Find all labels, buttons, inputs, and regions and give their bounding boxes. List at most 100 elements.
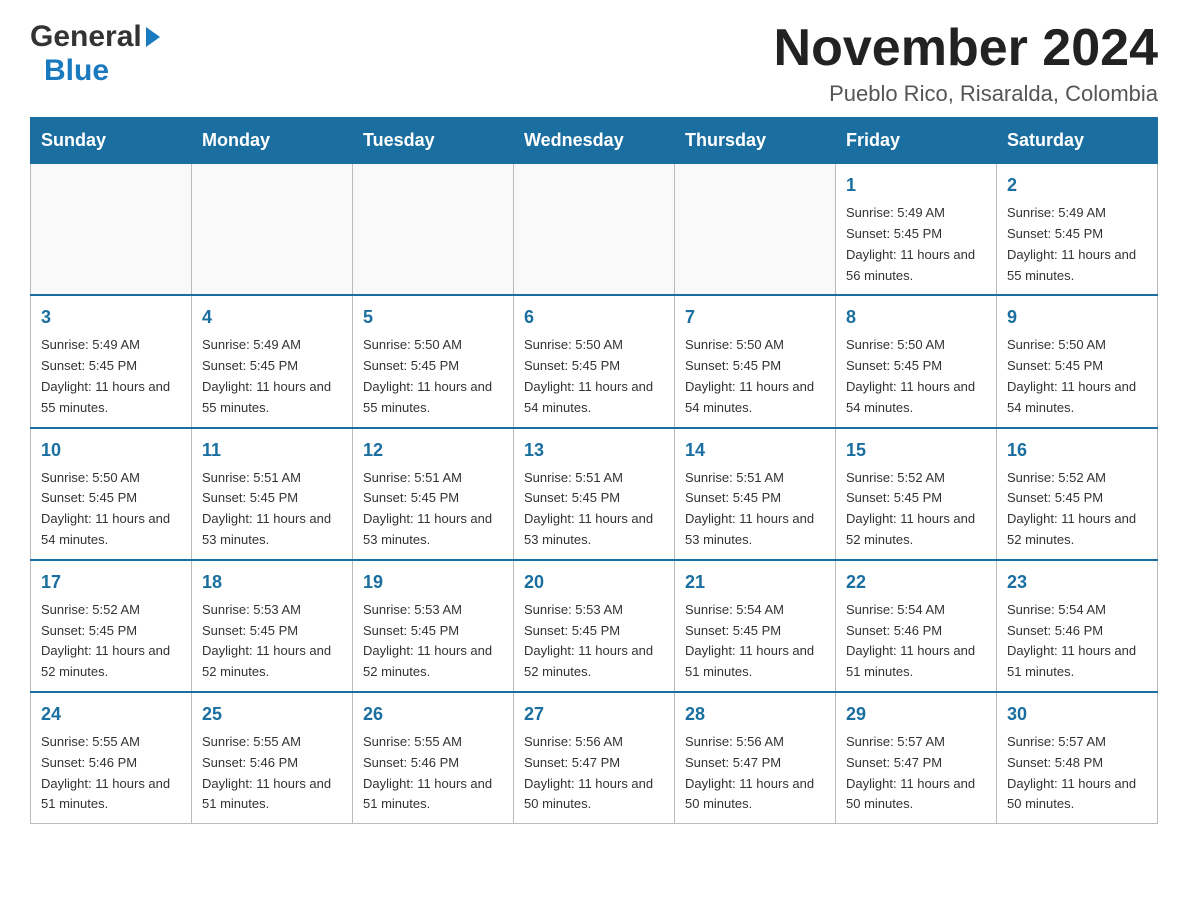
day-info: Sunrise: 5:56 AMSunset: 5:47 PMDaylight:… [685, 732, 825, 815]
day-info: Sunrise: 5:49 AMSunset: 5:45 PMDaylight:… [202, 335, 342, 418]
day-info: Sunrise: 5:53 AMSunset: 5:45 PMDaylight:… [524, 600, 664, 683]
day-number: 18 [202, 569, 342, 596]
calendar-cell [353, 164, 514, 296]
day-info: Sunrise: 5:53 AMSunset: 5:45 PMDaylight:… [363, 600, 503, 683]
day-number: 4 [202, 304, 342, 331]
day-info: Sunrise: 5:51 AMSunset: 5:45 PMDaylight:… [685, 468, 825, 551]
header-monday: Monday [192, 118, 353, 164]
calendar-week-row: 24 Sunrise: 5:55 AMSunset: 5:46 PMDayligh… [31, 692, 1158, 824]
header-sunday: Sunday [31, 118, 192, 164]
day-info: Sunrise: 5:51 AMSunset: 5:45 PMDaylight:… [363, 468, 503, 551]
day-info: Sunrise: 5:55 AMSunset: 5:46 PMDaylight:… [41, 732, 181, 815]
calendar-cell: 16Sunrise: 5:52 AMSunset: 5:45 PMDayligh… [997, 428, 1158, 560]
day-number: 11 [202, 437, 342, 464]
day-number: 8 [846, 304, 986, 331]
day-number: 21 [685, 569, 825, 596]
calendar-cell: 18 Sunrise: 5:53 AMSunset: 5:45 PMDayligh… [192, 560, 353, 692]
day-info: Sunrise: 5:50 AMSunset: 5:45 PMDaylight:… [846, 335, 986, 418]
day-number: 25 [202, 701, 342, 728]
calendar-cell: 6Sunrise: 5:50 AMSunset: 5:45 PMDaylight… [514, 295, 675, 427]
day-number: 3 [41, 304, 181, 331]
calendar-cell: 27 Sunrise: 5:56 AMSunset: 5:47 PMDayligh… [514, 692, 675, 824]
day-number: 7 [685, 304, 825, 331]
calendar-cell: 13 Sunrise: 5:51 AMSunset: 5:45 PMDayligh… [514, 428, 675, 560]
logo: General Blue [30, 20, 160, 88]
day-number: 23 [1007, 569, 1147, 596]
day-number: 29 [846, 701, 986, 728]
day-number: 17 [41, 569, 181, 596]
day-info: Sunrise: 5:54 AMSunset: 5:45 PMDaylight:… [685, 600, 825, 683]
calendar-cell: 1 Sunrise: 5:49 AMSunset: 5:45 PMDaylight… [836, 164, 997, 296]
logo-blue-text: Blue [44, 54, 109, 87]
day-info: Sunrise: 5:49 AMSunset: 5:45 PMDaylight:… [1007, 203, 1147, 286]
calendar-cell: 24 Sunrise: 5:55 AMSunset: 5:46 PMDayligh… [31, 692, 192, 824]
day-info: Sunrise: 5:56 AMSunset: 5:47 PMDaylight:… [524, 732, 664, 815]
calendar-cell: 17Sunrise: 5:52 AMSunset: 5:45 PMDayligh… [31, 560, 192, 692]
day-info: Sunrise: 5:54 AMSunset: 5:46 PMDaylight:… [1007, 600, 1147, 683]
day-number: 26 [363, 701, 503, 728]
header-wednesday: Wednesday [514, 118, 675, 164]
day-info: Sunrise: 5:52 AMSunset: 5:45 PMDaylight:… [846, 468, 986, 551]
calendar-header-row: SundayMondayTuesdayWednesdayThursdayFrid… [31, 118, 1158, 164]
calendar-cell [514, 164, 675, 296]
day-info: Sunrise: 5:49 AMSunset: 5:45 PMDaylight:… [846, 203, 986, 286]
day-number: 20 [524, 569, 664, 596]
logo-triangle-icon [146, 27, 160, 47]
calendar-cell: 19Sunrise: 5:53 AMSunset: 5:45 PMDayligh… [353, 560, 514, 692]
header-friday: Friday [836, 118, 997, 164]
day-number: 13 [524, 437, 664, 464]
day-info: Sunrise: 5:49 AMSunset: 5:45 PMDaylight:… [41, 335, 181, 418]
day-number: 12 [363, 437, 503, 464]
header-saturday: Saturday [997, 118, 1158, 164]
day-number: 30 [1007, 701, 1147, 728]
calendar-cell [31, 164, 192, 296]
header-thursday: Thursday [675, 118, 836, 164]
day-info: Sunrise: 5:51 AMSunset: 5:45 PMDaylight:… [524, 468, 664, 551]
day-info: Sunrise: 5:50 AMSunset: 5:45 PMDaylight:… [363, 335, 503, 418]
calendar-cell: 20 Sunrise: 5:53 AMSunset: 5:45 PMDayligh… [514, 560, 675, 692]
calendar-cell: 25 Sunrise: 5:55 AMSunset: 5:46 PMDayligh… [192, 692, 353, 824]
calendar-cell: 23 Sunrise: 5:54 AMSunset: 5:46 PMDayligh… [997, 560, 1158, 692]
day-number: 14 [685, 437, 825, 464]
page-header: General Blue November 2024 Pueblo Rico, … [30, 20, 1158, 107]
day-number: 1 [846, 172, 986, 199]
day-number: 10 [41, 437, 181, 464]
day-info: Sunrise: 5:52 AMSunset: 5:45 PMDaylight:… [1007, 468, 1147, 551]
calendar-cell: 2 Sunrise: 5:49 AMSunset: 5:45 PMDaylight… [997, 164, 1158, 296]
day-info: Sunrise: 5:53 AMSunset: 5:45 PMDaylight:… [202, 600, 342, 683]
calendar-cell: 29 Sunrise: 5:57 AMSunset: 5:47 PMDayligh… [836, 692, 997, 824]
calendar-cell: 30Sunrise: 5:57 AMSunset: 5:48 PMDayligh… [997, 692, 1158, 824]
title-section: November 2024 Pueblo Rico, Risaralda, Co… [774, 20, 1158, 107]
day-number: 24 [41, 701, 181, 728]
day-number: 2 [1007, 172, 1147, 199]
day-info: Sunrise: 5:55 AMSunset: 5:46 PMDaylight:… [363, 732, 503, 815]
calendar-week-row: 1 Sunrise: 5:49 AMSunset: 5:45 PMDaylight… [31, 164, 1158, 296]
calendar-cell [192, 164, 353, 296]
calendar-cell: 11Sunrise: 5:51 AMSunset: 5:45 PMDayligh… [192, 428, 353, 560]
logo-general-text: General [30, 20, 142, 54]
calendar-cell: 7 Sunrise: 5:50 AMSunset: 5:45 PMDaylight… [675, 295, 836, 427]
calendar-cell: 21 Sunrise: 5:54 AMSunset: 5:45 PMDayligh… [675, 560, 836, 692]
day-info: Sunrise: 5:50 AMSunset: 5:45 PMDaylight:… [685, 335, 825, 418]
calendar-cell: 8 Sunrise: 5:50 AMSunset: 5:45 PMDaylight… [836, 295, 997, 427]
calendar-week-row: 10Sunrise: 5:50 AMSunset: 5:45 PMDayligh… [31, 428, 1158, 560]
calendar-cell: 9 Sunrise: 5:50 AMSunset: 5:45 PMDaylight… [997, 295, 1158, 427]
calendar-table: SundayMondayTuesdayWednesdayThursdayFrid… [30, 117, 1158, 824]
calendar-cell: 4 Sunrise: 5:49 AMSunset: 5:45 PMDaylight… [192, 295, 353, 427]
day-number: 27 [524, 701, 664, 728]
day-info: Sunrise: 5:54 AMSunset: 5:46 PMDaylight:… [846, 600, 986, 683]
calendar-cell: 28Sunrise: 5:56 AMSunset: 5:47 PMDayligh… [675, 692, 836, 824]
day-number: 5 [363, 304, 503, 331]
calendar-cell: 26 Sunrise: 5:55 AMSunset: 5:46 PMDayligh… [353, 692, 514, 824]
day-number: 22 [846, 569, 986, 596]
day-number: 9 [1007, 304, 1147, 331]
calendar-cell: 22 Sunrise: 5:54 AMSunset: 5:46 PMDayligh… [836, 560, 997, 692]
day-info: Sunrise: 5:50 AMSunset: 5:45 PMDaylight:… [524, 335, 664, 418]
calendar-cell: 12 Sunrise: 5:51 AMSunset: 5:45 PMDayligh… [353, 428, 514, 560]
month-year-title: November 2024 [774, 20, 1158, 77]
calendar-cell: 5 Sunrise: 5:50 AMSunset: 5:45 PMDaylight… [353, 295, 514, 427]
day-info: Sunrise: 5:57 AMSunset: 5:47 PMDaylight:… [846, 732, 986, 815]
day-info: Sunrise: 5:50 AMSunset: 5:45 PMDaylight:… [1007, 335, 1147, 418]
day-number: 15 [846, 437, 986, 464]
day-info: Sunrise: 5:55 AMSunset: 5:46 PMDaylight:… [202, 732, 342, 815]
